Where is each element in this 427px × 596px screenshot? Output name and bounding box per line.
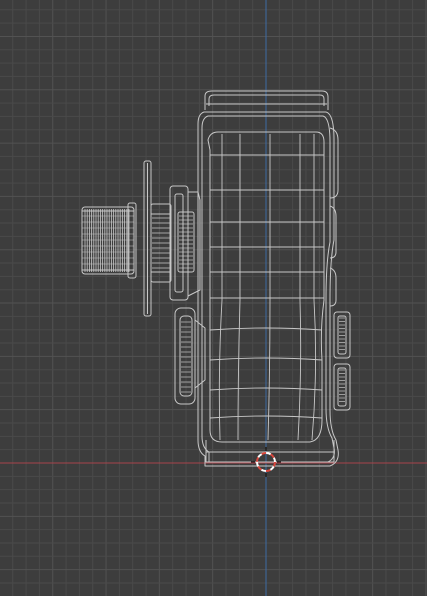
- lens-collar-ticks: [152, 217, 170, 269]
- body-base: [205, 440, 335, 463]
- body-wire-vertical: [311, 134, 317, 441]
- 3d-viewport[interactable]: [0, 0, 427, 596]
- mount-mesh[interactable]: [169, 185, 201, 301]
- mount-inner: [174, 193, 184, 293]
- viewport-canvas[interactable]: [0, 0, 427, 596]
- side-knob-upper: [333, 311, 351, 359]
- body-wire-grid: [209, 134, 324, 441]
- side-knob-lower: [333, 363, 351, 411]
- body-wire-vertical: [218, 134, 223, 441]
- side-knob-ticks: [339, 317, 345, 402]
- body-wire-vertical: [297, 134, 302, 441]
- body-wire-vertical: [267, 134, 271, 441]
- lens-mesh[interactable]: [81, 160, 172, 317]
